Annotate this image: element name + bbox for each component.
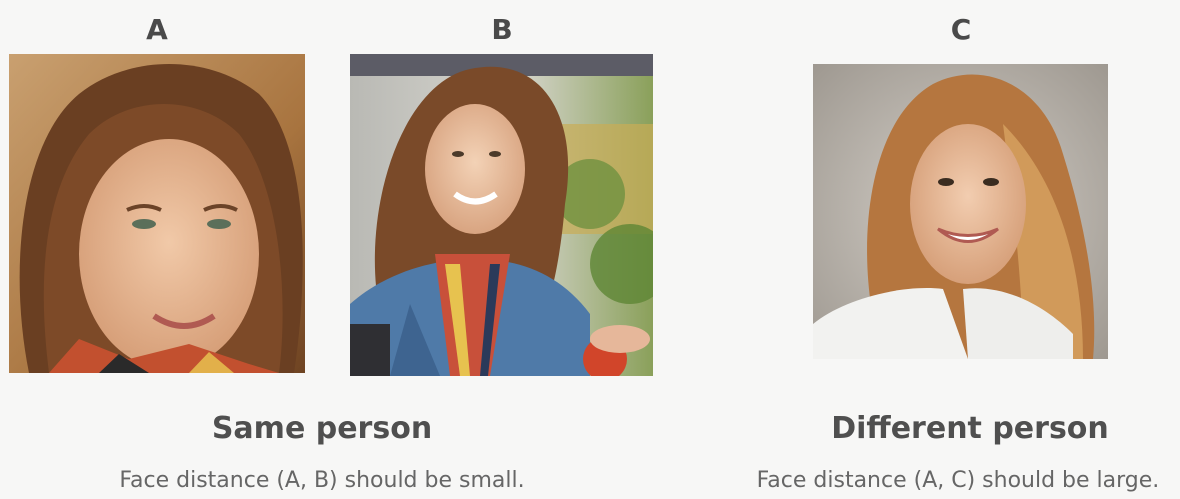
photo-b [350,54,653,376]
left-title: Same person [211,411,433,446]
label-b: B [491,13,513,46]
label-a: A [146,13,168,46]
label-c: C [950,13,972,46]
right-title: Different person [831,411,1109,446]
photo-a [9,54,305,373]
photo-c [813,64,1108,359]
right-subtitle: Face distance (A, C) should be large. [756,468,1160,493]
left-subtitle: Face distance (A, B) should be small. [119,468,525,493]
